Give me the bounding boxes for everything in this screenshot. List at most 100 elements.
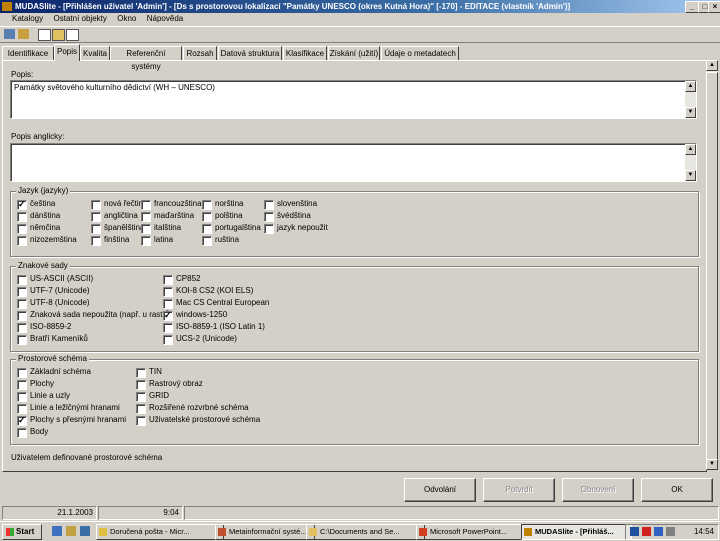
charsets-checkbox-iso-8859-1-iso-latin-1[interactable] <box>163 323 173 333</box>
charsets-checkbox-mac-cs-central-european[interactable] <box>163 299 173 309</box>
desktop-icon[interactable] <box>80 526 90 536</box>
languages-checkbox-cestina[interactable] <box>17 198 27 210</box>
popis-field[interactable]: Památky světového kulturního dědictví (W… <box>10 80 697 119</box>
charsets-checkbox-windows-1250[interactable] <box>163 309 173 321</box>
languages-checkbox-nemcina[interactable] <box>17 224 27 234</box>
document-icon[interactable] <box>66 29 79 41</box>
tab-ziskani[interactable]: Získání (užití) <box>328 46 380 61</box>
charsets-checkbox-znakova-sada-nepouzita-napr-u-rastru[interactable] <box>17 311 27 321</box>
task-metainfo[interactable]: Metainformační systé... <box>215 524 315 540</box>
languages-checkbox-jazyk-nepouzit[interactable] <box>264 224 274 234</box>
charsets-label: US-ASCII (ASCII) <box>30 274 94 283</box>
cancel-button[interactable]: Odvolání <box>404 478 476 502</box>
task-documents[interactable]: C:\Documents and Se... <box>306 524 425 540</box>
languages-checkbox-finstina[interactable] <box>91 236 101 246</box>
main-scrollbar[interactable]: ▲ ▼ <box>706 60 718 470</box>
languages-checkbox-norstina[interactable] <box>202 200 212 210</box>
languages-label: švédština <box>277 211 311 220</box>
popis-label: Popis: <box>11 70 34 79</box>
toolbar <box>0 26 720 43</box>
app-icon <box>2 2 12 11</box>
representation-checkbox-body[interactable] <box>17 428 27 438</box>
languages-checkbox-spanelstina[interactable] <box>91 224 101 234</box>
task-inbox[interactable]: Doručená pošta - Micr... <box>96 524 224 540</box>
open-folder-icon[interactable] <box>52 29 65 41</box>
tab-rozsah[interactable]: Rozsah <box>183 46 217 61</box>
scroll-down-icon[interactable]: ▼ <box>685 170 696 181</box>
popis-scrollbar[interactable]: ▲ ▼ <box>685 81 696 118</box>
representation-checkbox-rozsirene-rozvrbne-schema[interactable] <box>136 404 146 414</box>
languages-checkbox-polstina[interactable] <box>202 212 212 222</box>
languages-checkbox-portugalstina[interactable] <box>202 224 212 234</box>
languages-checkbox-latina[interactable] <box>141 236 151 246</box>
close-button[interactable]: × <box>708 1 720 13</box>
charsets-checkbox-ucs-2-unicode[interactable] <box>163 335 173 345</box>
menu-ostatni-objekty[interactable]: Ostatní objekty <box>50 13 111 25</box>
charsets-label: ISO-8859-1 (ISO Latin 1) <box>176 322 265 331</box>
task-powerpoint[interactable]: Microsoft PowerPoint... <box>416 524 530 540</box>
languages-checkbox-nova-rectina[interactable] <box>91 200 101 210</box>
scroll-up-icon[interactable]: ▲ <box>685 81 696 92</box>
languages-checkbox-madarstina[interactable] <box>141 212 151 222</box>
languages-checkbox-nizozemstina[interactable] <box>17 236 27 246</box>
representation-checkbox-tin[interactable] <box>136 368 146 378</box>
explorer-icon[interactable] <box>66 526 76 536</box>
charsets-checkbox-bratri-kameniku[interactable] <box>17 335 27 345</box>
tab-udaje-o-metadatech[interactable]: Údaje o metadatech <box>381 46 459 61</box>
languages-checkbox-slovenstina[interactable] <box>264 200 274 210</box>
tab-referencni-systemy[interactable]: Referenční systémy <box>110 46 182 71</box>
language-icon[interactable] <box>654 527 663 536</box>
charsets-checkbox-us-ascii-ascii[interactable] <box>17 275 27 285</box>
languages-label: dánština <box>30 211 61 220</box>
scroll-up-icon[interactable]: ▲ <box>685 144 696 155</box>
scroll-up-icon[interactable]: ▲ <box>706 60 718 71</box>
representation-checkbox-zakladni-schema[interactable] <box>17 368 27 378</box>
volume-icon[interactable] <box>666 527 675 536</box>
tab-datova-struktura[interactable]: Datová struktura <box>218 46 282 61</box>
catalog-icon[interactable] <box>4 29 15 39</box>
menu-okno[interactable]: Okno <box>113 13 140 25</box>
languages-checkbox-francouzstina[interactable] <box>141 200 151 210</box>
representation-checkbox-linie-a-lezlcnymi-hranami[interactable] <box>17 404 27 414</box>
confirm-button[interactable]: Potvrdit <box>483 478 555 502</box>
minimize-button[interactable]: _ <box>685 1 699 13</box>
languages-checkbox-italstina[interactable] <box>141 224 151 234</box>
new-document-icon[interactable] <box>38 29 51 41</box>
tab-klasifikace[interactable]: Klasifikace <box>283 46 327 61</box>
tab-popis[interactable]: Popis <box>54 44 80 61</box>
representation-checkbox-plochy-s-presnymi-hranami[interactable] <box>17 414 27 426</box>
representation-label: Plochy <box>30 379 55 388</box>
representation-checkbox-grid[interactable] <box>136 392 146 402</box>
user-icon[interactable] <box>18 29 29 39</box>
charsets-checkbox-iso-8859-2[interactable] <box>17 323 27 333</box>
menu-napoveda[interactable]: Nápověda <box>143 13 187 25</box>
tab-kvalita[interactable]: Kvalita <box>80 46 110 61</box>
scroll-down-icon[interactable]: ▼ <box>706 459 718 470</box>
ok-button[interactable]: OK <box>641 478 713 502</box>
representation-checkbox-rastrovy-obraz[interactable] <box>136 380 146 390</box>
browser-icon[interactable] <box>52 526 62 536</box>
representation-checkbox-linie-a-uzly[interactable] <box>17 392 27 402</box>
representation-checkbox-plochy[interactable] <box>17 380 27 390</box>
popis-en-field[interactable]: ▲ ▼ <box>10 143 697 182</box>
charsets-checkbox-cp852[interactable] <box>163 275 173 285</box>
representation-checkbox-uzivatelske-prostorove-schema[interactable] <box>136 416 146 426</box>
task-mudaslite[interactable]: MUDASlite - [Přihláš... <box>521 524 632 540</box>
languages-label: španělština <box>104 223 145 232</box>
scroll-down-icon[interactable]: ▼ <box>685 107 696 118</box>
antivirus-icon[interactable] <box>642 527 651 536</box>
languages-checkbox-rustina[interactable] <box>202 236 212 246</box>
popis-en-scrollbar[interactable]: ▲ ▼ <box>685 144 696 181</box>
refresh-button[interactable]: Obnovení <box>562 478 634 502</box>
languages-checkbox-danstina[interactable] <box>17 212 27 222</box>
tab-identifikace[interactable]: Identifikace <box>2 46 54 61</box>
languages-checkbox-anglictina[interactable] <box>91 212 101 222</box>
charsets-checkbox-utf-8-unicode[interactable] <box>17 299 27 309</box>
charsets-checkbox-utf-7-unicode[interactable] <box>17 287 27 297</box>
start-button[interactable]: Start <box>2 524 42 540</box>
charsets-checkbox-koi-8-cs2-koi-els[interactable] <box>163 287 173 297</box>
scroll-thumb[interactable] <box>706 72 718 466</box>
menu-katalogy[interactable]: Katalogy <box>0 13 47 25</box>
languages-checkbox-svedstina[interactable] <box>264 212 274 222</box>
network-icon[interactable] <box>630 527 639 536</box>
